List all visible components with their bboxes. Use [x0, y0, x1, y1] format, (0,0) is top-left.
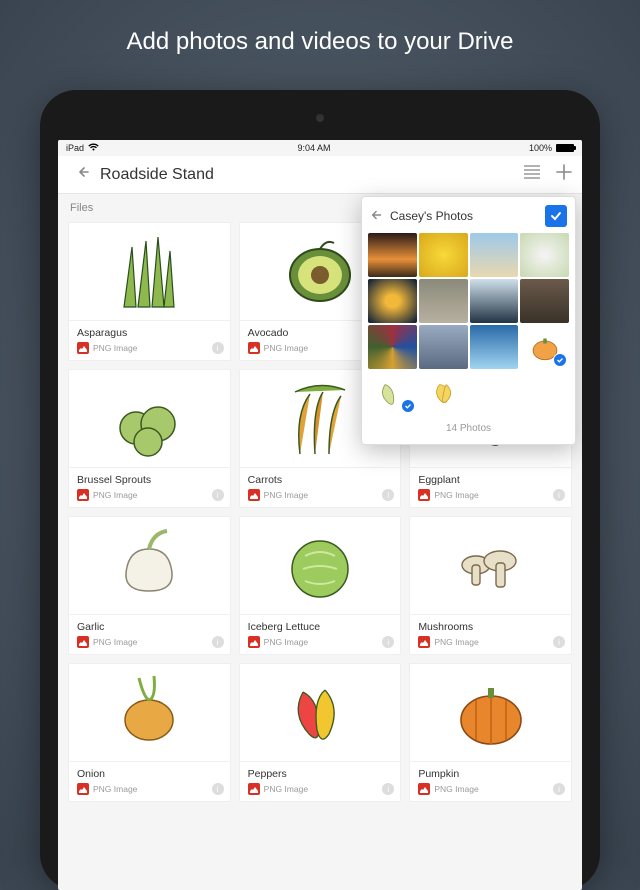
info-icon[interactable]: i [212, 489, 224, 501]
file-thumbnail [410, 517, 571, 615]
battery-percent: 100% [529, 143, 552, 153]
info-icon[interactable]: i [553, 783, 565, 795]
file-type: PNG Image [93, 490, 137, 500]
app-screen: iPad 9:04 AM 100% Roadside Stand [58, 140, 582, 890]
wifi-icon [88, 143, 99, 153]
info-icon[interactable]: i [553, 636, 565, 648]
file-name: Asparagus [77, 327, 222, 339]
file-thumbnail [69, 223, 230, 321]
info-icon[interactable]: i [212, 342, 224, 354]
info-icon[interactable]: i [212, 636, 224, 648]
file-name: Onion [77, 768, 222, 780]
photo-thumb[interactable] [419, 279, 468, 323]
image-badge-icon [248, 489, 260, 501]
image-badge-icon [77, 342, 89, 354]
battery-icon [556, 144, 574, 152]
image-badge-icon [418, 636, 430, 648]
image-badge-icon [77, 636, 89, 648]
photo-thumb[interactable] [368, 371, 417, 415]
status-time: 9:04 AM [297, 143, 330, 153]
file-card[interactable]: Asparagus PNG Image i [64, 218, 235, 365]
promo-title: Add photos and videos to your Drive [0, 0, 640, 74]
popover-back-button[interactable] [370, 208, 384, 225]
file-type: PNG Image [93, 784, 137, 794]
photo-thumb[interactable] [419, 371, 468, 415]
file-card[interactable]: Pumpkin PNG Image i [405, 659, 576, 806]
photo-thumb[interactable] [368, 233, 417, 277]
photo-thumb[interactable] [470, 233, 519, 277]
confirm-selection-button[interactable] [545, 205, 567, 227]
file-thumbnail [410, 664, 571, 762]
tablet-frame: iPad 9:04 AM 100% Roadside Stand [40, 90, 600, 890]
file-thumbnail [240, 517, 401, 615]
image-badge-icon [248, 636, 260, 648]
file-thumbnail [69, 370, 230, 468]
file-thumbnail [240, 664, 401, 762]
photo-thumb[interactable] [520, 279, 569, 323]
status-bar: iPad 9:04 AM 100% [58, 140, 582, 156]
image-badge-icon [77, 783, 89, 795]
info-icon[interactable]: i [382, 489, 394, 501]
back-button[interactable] [68, 164, 100, 185]
file-card[interactable]: Onion PNG Image i [64, 659, 235, 806]
image-badge-icon [77, 489, 89, 501]
file-type: PNG Image [93, 637, 137, 647]
file-type: PNG Image [264, 784, 308, 794]
selected-badge-icon [401, 399, 415, 413]
navbar: Roadside Stand [58, 156, 582, 194]
photo-picker-popover: Casey's Photos [361, 196, 576, 445]
selected-badge-icon [553, 353, 567, 367]
photo-thumb[interactable] [470, 279, 519, 323]
info-icon[interactable]: i [382, 783, 394, 795]
file-name: Pumpkin [418, 768, 563, 780]
image-badge-icon [418, 489, 430, 501]
file-name: Peppers [248, 768, 393, 780]
photo-thumb[interactable] [419, 233, 468, 277]
photo-grid [362, 233, 575, 415]
file-type: PNG Image [264, 637, 308, 647]
file-thumbnail [69, 517, 230, 615]
file-type: PNG Image [264, 490, 308, 500]
file-type: PNG Image [264, 343, 308, 353]
file-name: Garlic [77, 621, 222, 633]
photo-thumb[interactable] [368, 279, 417, 323]
info-icon[interactable]: i [553, 489, 565, 501]
file-type: PNG Image [434, 784, 478, 794]
photo-thumb[interactable] [368, 325, 417, 369]
tablet-camera [316, 114, 324, 122]
image-badge-icon [248, 783, 260, 795]
device-label: iPad [66, 143, 84, 153]
photo-thumb[interactable] [520, 233, 569, 277]
file-name: Brussel Sprouts [77, 474, 222, 486]
file-name: Iceberg Lettuce [248, 621, 393, 633]
image-badge-icon [248, 342, 260, 354]
file-card[interactable]: Iceberg Lettuce PNG Image i [235, 512, 406, 659]
add-button[interactable] [556, 164, 572, 185]
info-icon[interactable]: i [212, 783, 224, 795]
photo-count-label: 14 Photos [362, 423, 575, 434]
file-card[interactable]: Brussel Sprouts PNG Image i [64, 365, 235, 512]
photo-thumb[interactable] [520, 325, 569, 369]
file-name: Mushrooms [418, 621, 563, 633]
file-card[interactable]: Garlic PNG Image i [64, 512, 235, 659]
file-thumbnail [69, 664, 230, 762]
file-name: Carrots [248, 474, 393, 486]
file-type: PNG Image [434, 490, 478, 500]
popover-title: Casey's Photos [390, 209, 539, 223]
file-type: PNG Image [434, 637, 478, 647]
info-icon[interactable]: i [382, 636, 394, 648]
photo-thumb[interactable] [470, 325, 519, 369]
image-badge-icon [418, 783, 430, 795]
file-type: PNG Image [93, 343, 137, 353]
file-name: Eggplant [418, 474, 563, 486]
page-title: Roadside Stand [100, 166, 524, 184]
photo-thumb[interactable] [419, 325, 468, 369]
file-card[interactable]: Peppers PNG Image i [235, 659, 406, 806]
view-list-icon[interactable] [524, 165, 540, 184]
file-card[interactable]: Mushrooms PNG Image i [405, 512, 576, 659]
